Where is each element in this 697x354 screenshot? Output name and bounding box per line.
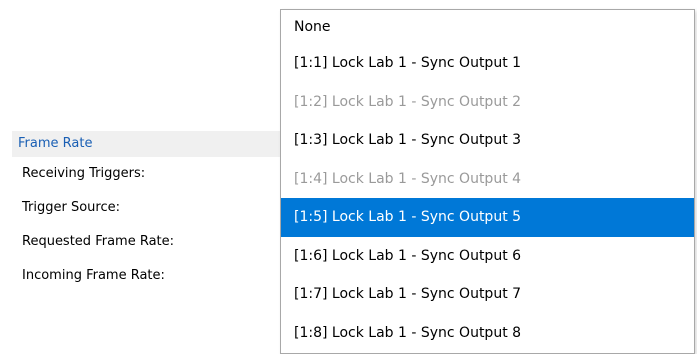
dropdown-option-sync-output-5[interactable]: [1:5] Lock Lab 1 - Sync Output 5 [281, 198, 694, 237]
property-receiving-triggers: Receiving Triggers: [22, 166, 146, 181]
dropdown-option-sync-output-3[interactable]: [1:3] Lock Lab 1 - Sync Output 3 [281, 121, 694, 160]
trigger-source-dropdown-list[interactable]: None [1:1] Lock Lab 1 - Sync Output 1 [1… [280, 9, 695, 354]
property-requested-frame-rate: Requested Frame Rate: [22, 234, 175, 249]
dropdown-option-none[interactable]: None [281, 10, 694, 44]
dropdown-option-sync-output-6[interactable]: [1:6] Lock Lab 1 - Sync Output 6 [281, 237, 694, 276]
dropdown-option-sync-output-2: [1:2] Lock Lab 1 - Sync Output 2 [294, 93, 522, 110]
property-incoming-frame-rate: Incoming Frame Rate: [22, 268, 165, 283]
property-trigger-source: Trigger Source: [22, 200, 120, 215]
dropdown-option-sync-output-7[interactable]: [1:7] Lock Lab 1 - Sync Output 7 [281, 275, 694, 314]
dropdown-option-sync-output-4: [1:4] Lock Lab 1 - Sync Output 4 [294, 170, 522, 187]
dropdown-option-sync-output-1[interactable]: [1:1] Lock Lab 1 - Sync Output 1 [281, 44, 694, 83]
properties-panel: Frame Rate Receiving Triggers: Trigger S… [12, 131, 287, 293]
dropdown-option-sync-output-8[interactable]: [1:8] Lock Lab 1 - Sync Output 8 [281, 314, 694, 353]
section-header-frame-rate[interactable]: Frame Rate [12, 131, 287, 157]
